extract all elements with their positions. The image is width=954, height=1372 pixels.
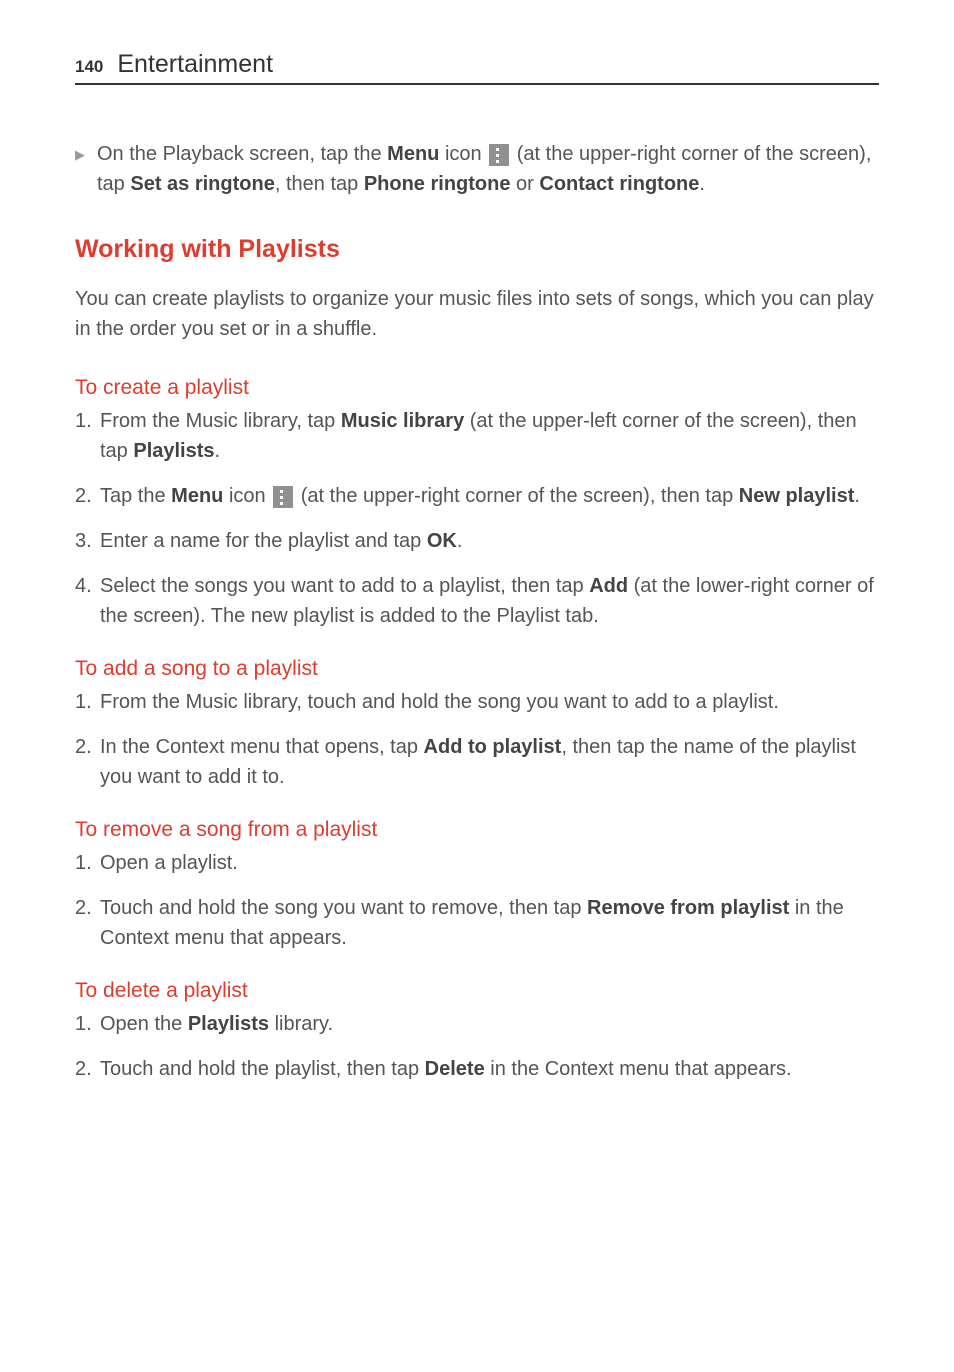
list-number: 2.: [75, 481, 100, 511]
list-number: 2.: [75, 732, 100, 792]
list-text: From the Music library, touch and hold t…: [100, 687, 879, 717]
list-text: Enter a name for the playlist and tap OK…: [100, 526, 879, 556]
playlists-label: Playlists: [188, 1013, 269, 1035]
list-item: 1. From the Music library, touch and hol…: [75, 687, 879, 717]
list-item: 1. Open a playlist.: [75, 848, 879, 878]
delete-label: Delete: [425, 1058, 485, 1080]
list-text: Select the songs you want to add to a pl…: [100, 571, 879, 631]
list-text: From the Music library, tap Music librar…: [100, 406, 879, 466]
list-text: In the Context menu that opens, tap Add …: [100, 732, 879, 792]
list-text: Touch and hold the song you want to remo…: [100, 893, 879, 953]
list-number: 1.: [75, 687, 100, 717]
list-item: 2. Tap the Menu icon (at the upper-right…: [75, 481, 879, 511]
text-fragment: .: [215, 440, 221, 462]
heading-working-with-playlists: Working with Playlists: [75, 235, 879, 264]
heading-delete-playlist: To delete a playlist: [75, 979, 879, 1003]
music-library-label: Music library: [341, 410, 464, 432]
menu-icon: [489, 144, 509, 166]
text-fragment: Tap the: [100, 485, 171, 507]
text-fragment: (at the upper-right corner of the screen…: [295, 485, 739, 507]
page-number: 140: [75, 57, 103, 77]
add-to-playlist-label: Add to playlist: [424, 736, 562, 758]
contact-ringtone-label: Contact ringtone: [539, 173, 699, 195]
text-fragment: Touch and hold the playlist, then tap: [100, 1058, 425, 1080]
add-label: Add: [589, 575, 628, 597]
text-fragment: Touch and hold the song you want to remo…: [100, 897, 587, 919]
text-fragment: Enter a name for the playlist and tap: [100, 530, 427, 552]
text-fragment: From the Music library, tap: [100, 410, 341, 432]
list-text: Tap the Menu icon (at the upper-right co…: [100, 481, 879, 511]
text-fragment: library.: [269, 1013, 333, 1035]
bullet-text: On the Playback screen, tap the Menu ico…: [97, 139, 879, 199]
list-item: 2. Touch and hold the song you want to r…: [75, 893, 879, 953]
set-ringtone-label: Set as ringtone: [130, 173, 274, 195]
playlists-label: Playlists: [133, 440, 214, 462]
list-item: 1. Open the Playlists library.: [75, 1009, 879, 1039]
text-fragment: On the Playback screen, tap the: [97, 143, 387, 165]
list-number: 3.: [75, 526, 100, 556]
list-number: 2.: [75, 893, 100, 953]
list-text: Open a playlist.: [100, 848, 879, 878]
list-number: 1.: [75, 848, 100, 878]
text-fragment: .: [457, 530, 463, 552]
list-item: 2. In the Context menu that opens, tap A…: [75, 732, 879, 792]
heading-remove-song: To remove a song from a playlist: [75, 818, 879, 842]
text-fragment: or: [510, 173, 539, 195]
text-fragment: .: [699, 173, 705, 195]
list-item: 2. Touch and hold the playlist, then tap…: [75, 1054, 879, 1084]
text-fragment: .: [854, 485, 860, 507]
section-title: Entertainment: [117, 50, 273, 79]
text-fragment: in the Context menu that appears.: [485, 1058, 792, 1080]
bullet-arrow-icon: ▶: [75, 139, 97, 199]
heading-add-song: To add a song to a playlist: [75, 657, 879, 681]
menu-icon: [273, 486, 293, 508]
playback-instruction: ▶ On the Playback screen, tap the Menu i…: [75, 139, 879, 199]
ok-label: OK: [427, 530, 457, 552]
list-text: Open the Playlists library.: [100, 1009, 879, 1039]
text-fragment: Open the: [100, 1013, 188, 1035]
list-number: 1.: [75, 406, 100, 466]
list-item: 1. From the Music library, tap Music lib…: [75, 406, 879, 466]
menu-label: Menu: [171, 485, 223, 507]
remove-from-playlist-label: Remove from playlist: [587, 897, 789, 919]
new-playlist-label: New playlist: [739, 485, 855, 507]
list-number: 4.: [75, 571, 100, 631]
text-fragment: icon: [223, 485, 271, 507]
list-text: Touch and hold the playlist, then tap De…: [100, 1054, 879, 1084]
intro-paragraph: You can create playlists to organize you…: [75, 284, 879, 344]
text-fragment: Select the songs you want to add to a pl…: [100, 575, 589, 597]
text-fragment: , then tap: [275, 173, 364, 195]
heading-create-playlist: To create a playlist: [75, 376, 879, 400]
list-number: 2.: [75, 1054, 100, 1084]
list-number: 1.: [75, 1009, 100, 1039]
list-item: 4. Select the songs you want to add to a…: [75, 571, 879, 631]
page-header: 140 Entertainment: [75, 50, 879, 85]
phone-ringtone-label: Phone ringtone: [364, 173, 511, 195]
text-fragment: In the Context menu that opens, tap: [100, 736, 424, 758]
menu-label: Menu: [387, 143, 439, 165]
list-item: 3. Enter a name for the playlist and tap…: [75, 526, 879, 556]
text-fragment: icon: [439, 143, 487, 165]
